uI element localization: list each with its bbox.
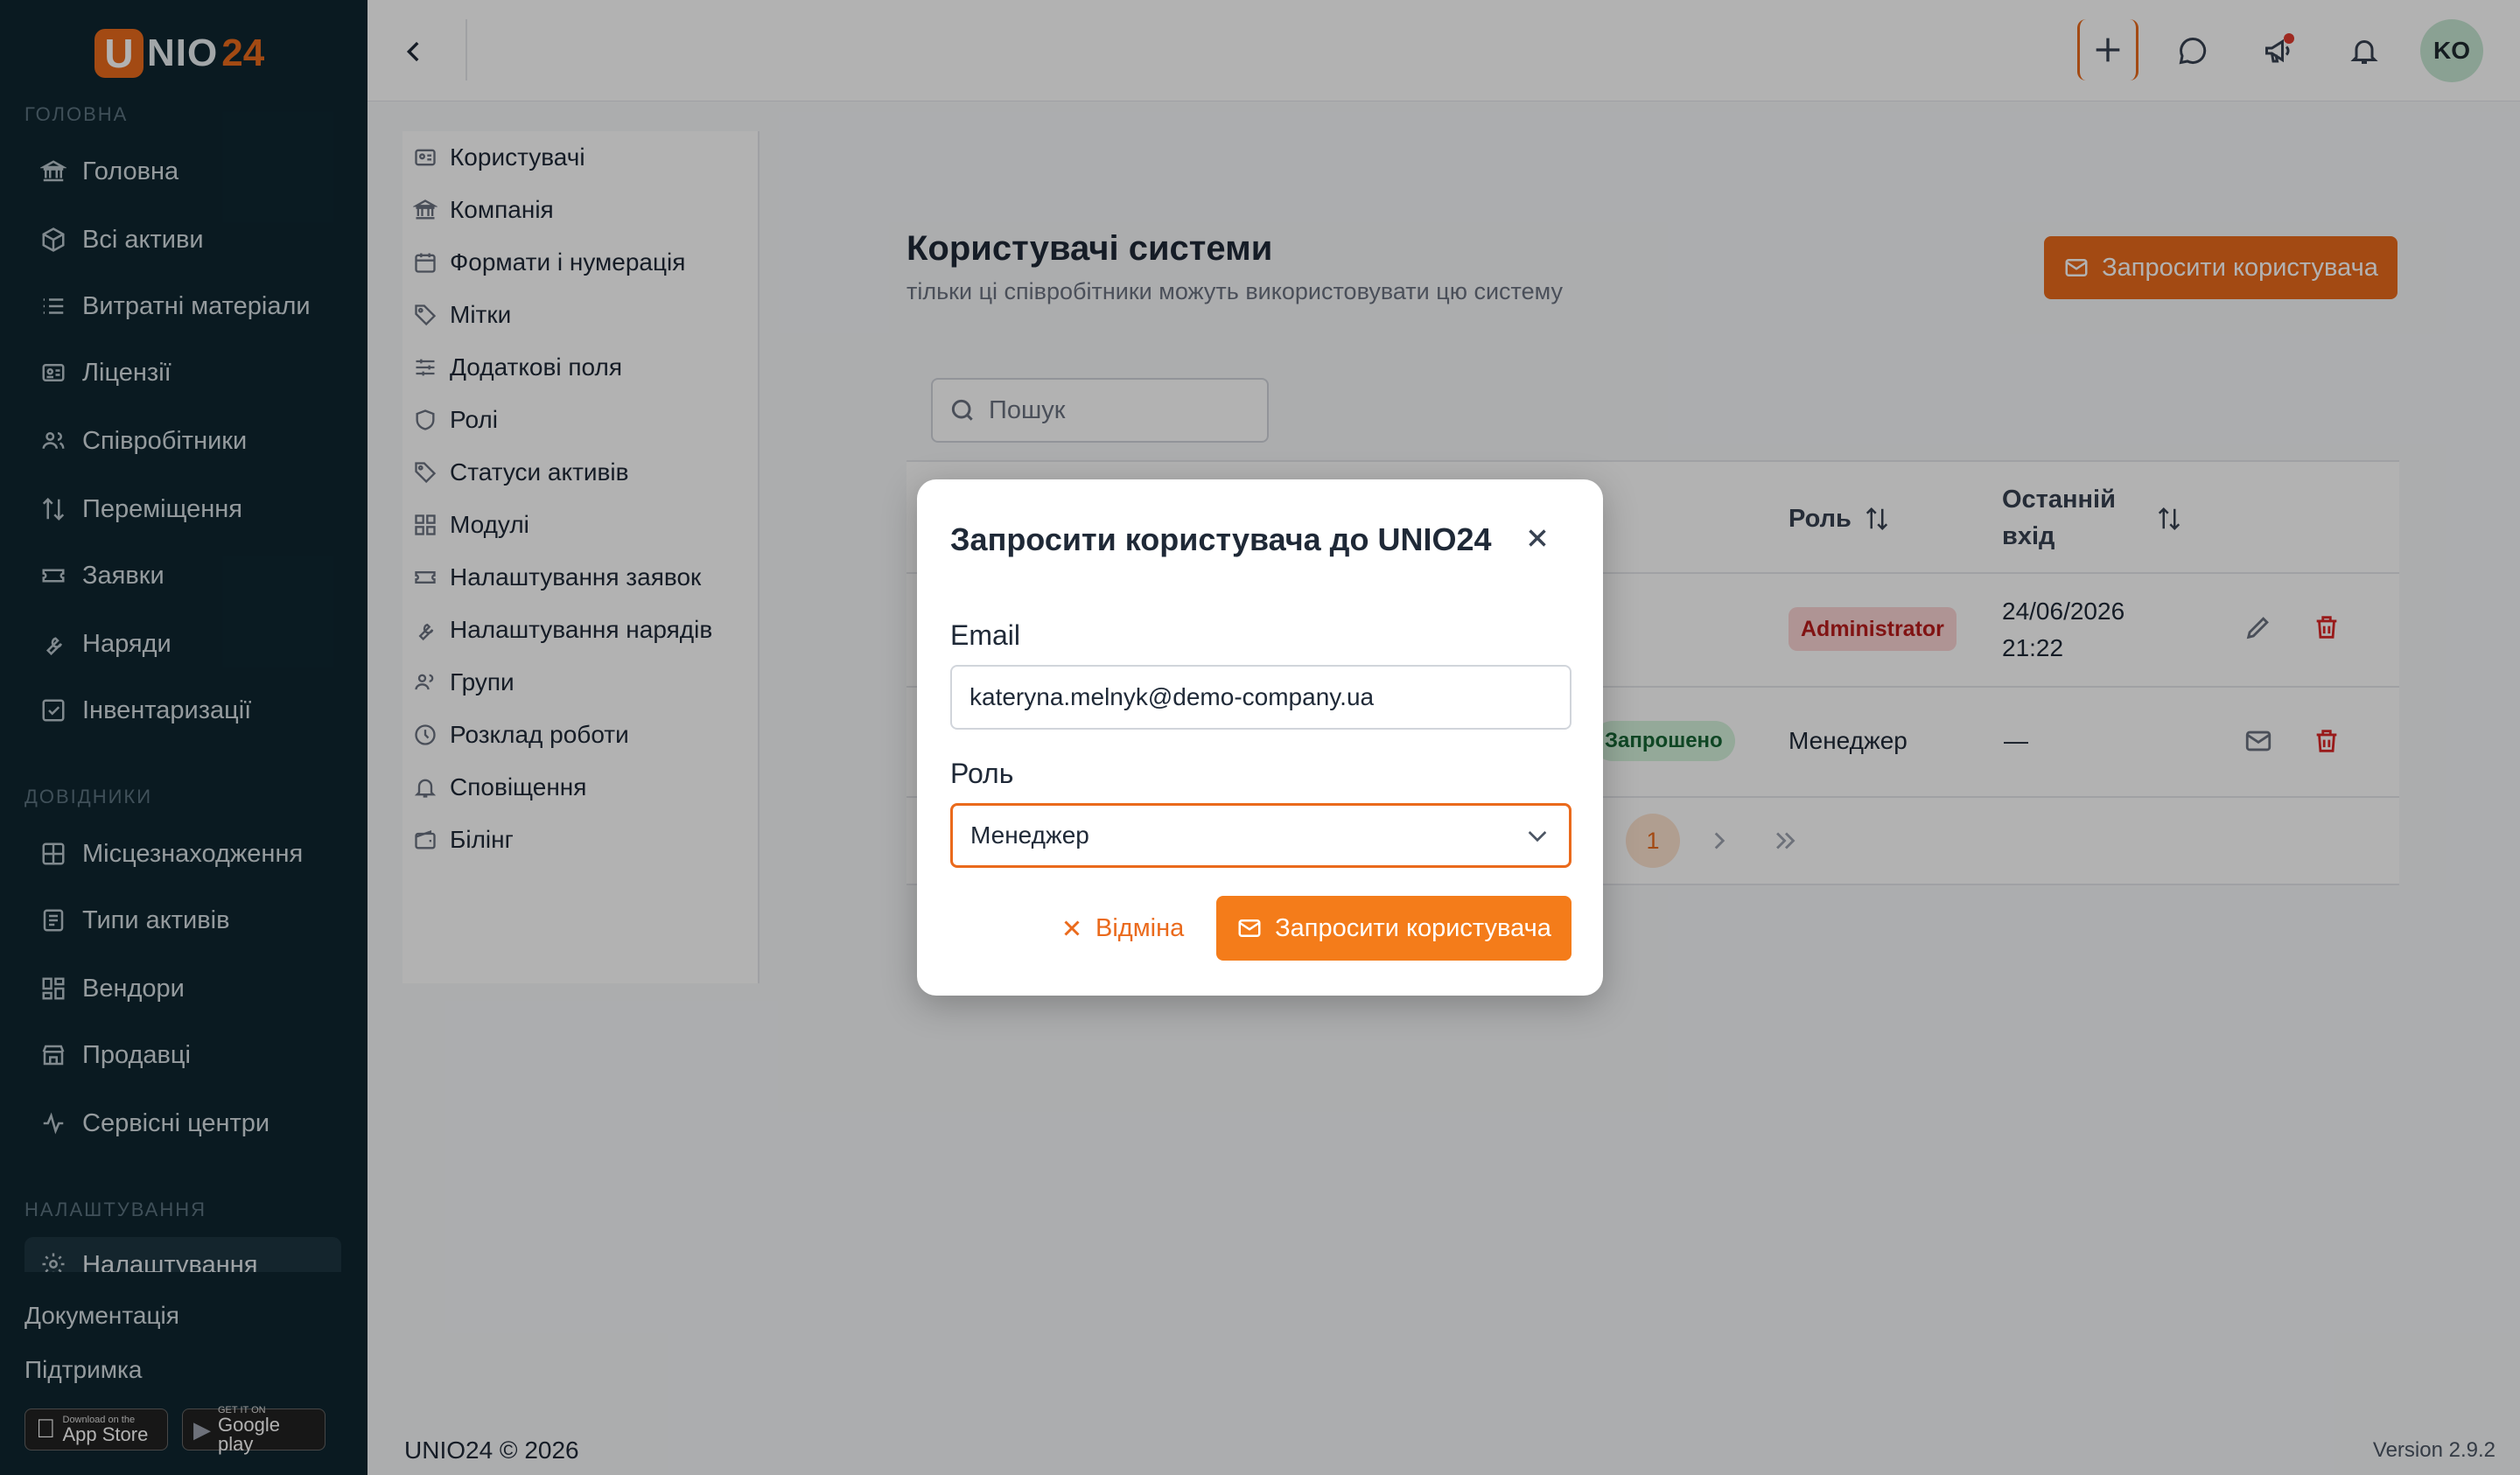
email-label: Email [950,619,1021,651]
mail-icon [1238,919,1261,937]
modal-title: Запросити користувача до UNIO24 [950,521,1492,557]
email-field[interactable] [950,665,1572,730]
cancel-button[interactable]: Відміна [1059,896,1184,961]
submit-invite-button[interactable]: Запросити користувача [1216,896,1572,961]
cancel-label: Відміна [1096,913,1185,942]
role-label: Роль [950,758,1014,789]
invite-user-modal: Запросити користувача до UNIO24 Email Ро… [917,479,1603,996]
role-select[interactable]: Менеджер [950,803,1572,868]
close-icon [1064,920,1080,936]
close-button[interactable] [1522,523,1558,558]
close-icon [1529,529,1546,547]
chevron-down-icon [1528,831,1547,842]
role-select-value: Менеджер [970,821,1089,849]
submit-invite-label: Запросити користувача [1275,913,1551,942]
